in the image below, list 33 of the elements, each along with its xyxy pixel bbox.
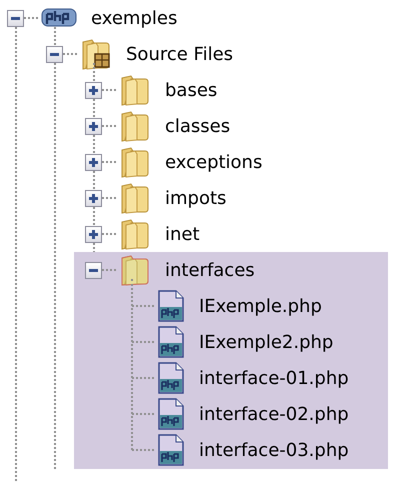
- tree-item-label[interactable]: Source Files: [126, 44, 234, 64]
- php-file-icon: [157, 290, 185, 322]
- tree-item-label[interactable]: exceptions: [165, 152, 262, 172]
- folder-icon: [119, 74, 151, 106]
- tree-item-label[interactable]: interfaces: [165, 260, 255, 280]
- php-file-icon: [157, 398, 185, 430]
- php-file-icon: [157, 326, 185, 358]
- folder-icon: [119, 110, 151, 142]
- expand-icon[interactable]: [85, 190, 102, 206]
- php-file-icon: [157, 362, 185, 394]
- expand-icon[interactable]: [85, 154, 102, 170]
- folder-icon: [119, 254, 151, 286]
- package-folder-icon: [80, 38, 112, 70]
- expand-icon[interactable]: [85, 118, 102, 134]
- file-name[interactable]: IExemple2.php: [199, 332, 334, 352]
- collapse-icon[interactable]: [46, 46, 63, 62]
- file-name[interactable]: interface-03.php: [199, 440, 349, 460]
- file-name[interactable]: interface-01.php: [199, 368, 349, 388]
- collapse-icon[interactable]: [85, 262, 102, 278]
- folder-icon: [119, 146, 151, 178]
- tree-item-label[interactable]: exemples: [91, 8, 178, 28]
- collapse-icon[interactable]: [7, 10, 24, 26]
- file-name[interactable]: interface-02.php: [199, 404, 349, 424]
- expand-icon[interactable]: [85, 82, 102, 98]
- tree-item-label[interactable]: classes: [165, 116, 230, 136]
- tree-item-label[interactable]: bases: [165, 80, 218, 100]
- expand-icon[interactable]: [85, 226, 102, 242]
- php-file-icon: [157, 434, 185, 466]
- tree-item-label[interactable]: inet: [165, 224, 200, 244]
- file-name[interactable]: IExemple.php: [199, 296, 322, 316]
- folder-icon: [119, 182, 151, 214]
- tree-item-label[interactable]: impots: [165, 188, 226, 208]
- folder-icon: [119, 218, 151, 250]
